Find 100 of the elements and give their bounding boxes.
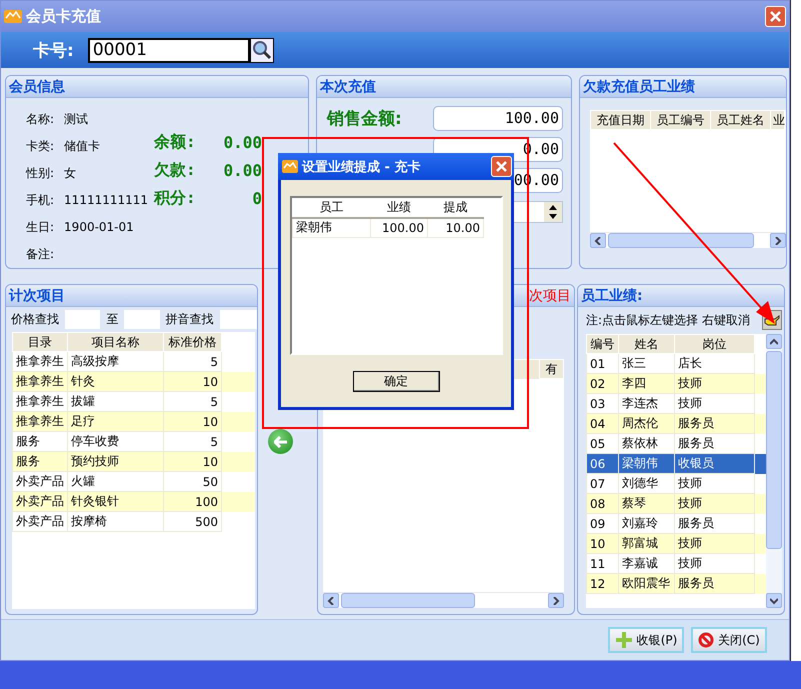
- price-to-field[interactable]: [124, 310, 160, 330]
- data-grid[interactable]: 目录 项目名称 标准价格 推拿养生 高级按摩 5 推拿养生 针灸 10 推拿养生 拔罐 5 推拿养生 足疗 10 服务 停车收费 5 服务 预约技师 10 外卖产品 火罐 50 外卖产品 针灸银针 100 外卖产品 按摩椅 500: [12, 332, 255, 610]
- range-label: 至: [106, 311, 118, 328]
- column-header[interactable]: 目录: [12, 332, 68, 352]
- balance-value: 0.00: [223, 133, 262, 152]
- column-header[interactable]: 员工: [292, 198, 370, 218]
- table-cell: 推拿养生: [12, 392, 68, 412]
- staff-row[interactable]: 11 李嘉诚 技师: [586, 554, 766, 574]
- table-cell: 按摩椅: [68, 512, 164, 532]
- search-button[interactable]: [250, 38, 274, 63]
- column-header[interactable]: 员工姓名: [710, 110, 770, 130]
- field-label: 手机:: [26, 192, 54, 209]
- column-header[interactable]: 充值日期: [590, 110, 650, 130]
- column-header[interactable]: 项目名称: [68, 332, 164, 352]
- staff-row[interactable]: 07 刘德华 技师: [586, 474, 766, 494]
- table-cell: 停车收费: [68, 432, 164, 452]
- field-label: 备注:: [26, 246, 54, 263]
- table-cell: 刘嘉玲: [618, 514, 674, 534]
- balance-label: 余额:: [154, 132, 196, 154]
- table-cell: 04: [586, 414, 618, 434]
- app-icon: [282, 159, 298, 174]
- field-label: 生日:: [26, 218, 54, 236]
- staff-row[interactable]: 08 蔡琴 技师: [586, 494, 766, 514]
- staff-row[interactable]: 10 郭富城 技师: [586, 534, 766, 554]
- panel-title: 次项目: [529, 286, 571, 305]
- column-header[interactable]: 姓名: [618, 334, 674, 354]
- table-cell: 足疗: [68, 412, 164, 432]
- column-header[interactable]: 业绩: [370, 198, 428, 218]
- table-cell: 推拿养生: [12, 372, 68, 392]
- card-number-label: 卡号:: [33, 40, 74, 62]
- vertical-scrollbar[interactable]: [766, 334, 782, 608]
- close-button[interactable]: [491, 156, 512, 177]
- table-cell: 蔡琴: [618, 494, 674, 514]
- table-cell: 拔罐: [68, 392, 164, 412]
- ok-button[interactable]: 确定: [352, 371, 440, 392]
- table-cell: 张三: [618, 354, 674, 374]
- panel-title: 欠款充值员工业绩: [583, 78, 695, 96]
- window-title: 会员卡充值: [26, 6, 102, 26]
- table-cell: 服务员: [674, 514, 754, 534]
- field-value: 女: [64, 164, 76, 182]
- table-cell: 郭富城: [618, 534, 674, 554]
- table-cell: 高级按摩: [68, 352, 164, 372]
- panel-title: 本次充值: [320, 78, 376, 96]
- column-header[interactable]: 业: [770, 110, 784, 130]
- price-from-field[interactable]: [65, 310, 100, 330]
- balance-label: 积分:: [154, 188, 196, 210]
- table-cell: 火罐: [68, 472, 164, 492]
- table-cell: 推拿养生: [12, 352, 68, 372]
- close-button[interactable]: [765, 6, 786, 27]
- staff-row[interactable]: 02 李四 技师: [586, 374, 766, 394]
- horizontal-scrollbar[interactable]: [323, 592, 564, 608]
- close-icon: [496, 161, 507, 172]
- column-header[interactable]: 标准价格: [164, 332, 222, 352]
- field-value: 储值卡: [64, 138, 100, 155]
- plus-icon: [614, 631, 633, 650]
- hint-text: 注:点击鼠标左键选择 右键取消: [586, 312, 750, 329]
- search-icon: [252, 40, 272, 60]
- table-cell: 技师: [674, 474, 754, 494]
- caret-right-icon: [774, 236, 782, 245]
- column-header[interactable]: 提成: [428, 198, 484, 218]
- checkout-button[interactable]: 收银(P): [608, 627, 684, 654]
- table-cell: 预约技师: [68, 452, 164, 472]
- amount-field[interactable]: 100.00: [433, 106, 563, 132]
- table-cell: 蔡依林: [618, 434, 674, 454]
- panel-title: 会员信息: [9, 78, 65, 96]
- column-header[interactable]: 编号: [586, 334, 618, 354]
- table-cell: 10: [164, 372, 222, 392]
- staff-row[interactable]: 01 张三 店长: [586, 354, 766, 374]
- pinyin-field[interactable]: [220, 310, 257, 330]
- table-cell: 03: [586, 394, 618, 414]
- table-cell: 5: [164, 432, 222, 452]
- table-cell: 服务员: [674, 414, 754, 434]
- data-grid[interactable]: 编号 姓名 岗位 01 张三 店长 02 李四 技师 03 李连杰 技师 04 周杰伦 服务员 05 蔡依林 服务员 06 梁朝伟 收银员 07 刘德华 技师 08 蔡琴 技师 09 刘嘉玲 服务员 10 郭富城 技师 11 李嘉诚 技师 12 欧阳震华 服务员: [586, 334, 766, 608]
- field-value: 1900-01-01: [64, 220, 134, 234]
- staff-row[interactable]: 12 欧阳震华 服务员: [586, 574, 766, 594]
- field-value: 11111111111: [64, 193, 148, 208]
- staff-row[interactable]: 09 刘嘉玲 服务员: [586, 514, 766, 534]
- card-number-field[interactable]: 00001: [88, 38, 250, 63]
- table-cell: 梁朝伟: [292, 218, 370, 238]
- horizontal-scrollbar[interactable]: [590, 232, 786, 248]
- field-label: 卡类:: [26, 138, 54, 155]
- balance-value: 0: [252, 189, 262, 208]
- balance-label: 欠款:: [154, 160, 196, 182]
- table-cell: 服务: [12, 432, 68, 452]
- close-icon: [770, 10, 781, 22]
- column-header[interactable]: 有: [540, 360, 564, 379]
- column-header[interactable]: 岗位: [674, 334, 754, 354]
- close-button[interactable]: 关闭(C): [691, 627, 767, 654]
- move-left-button[interactable]: [268, 429, 293, 454]
- staff-row[interactable]: 06 梁朝伟 收银员: [586, 454, 766, 474]
- table-cell: 5: [164, 352, 222, 372]
- data-grid[interactable]: 充值日期 员工编号 员工姓名 业: [590, 110, 786, 248]
- staff-row[interactable]: 03 李连杰 技师: [586, 394, 766, 414]
- column-header[interactable]: 员工编号: [650, 110, 710, 130]
- staff-row[interactable]: 04 周杰伦 服务员: [586, 414, 766, 434]
- staff-row[interactable]: 05 蔡依林 服务员: [586, 434, 766, 454]
- table-cell: 50: [164, 472, 222, 492]
- table-cell: 外卖产品: [12, 492, 68, 512]
- no-entry-icon: [698, 632, 714, 648]
- table-cell: 100: [164, 492, 222, 512]
